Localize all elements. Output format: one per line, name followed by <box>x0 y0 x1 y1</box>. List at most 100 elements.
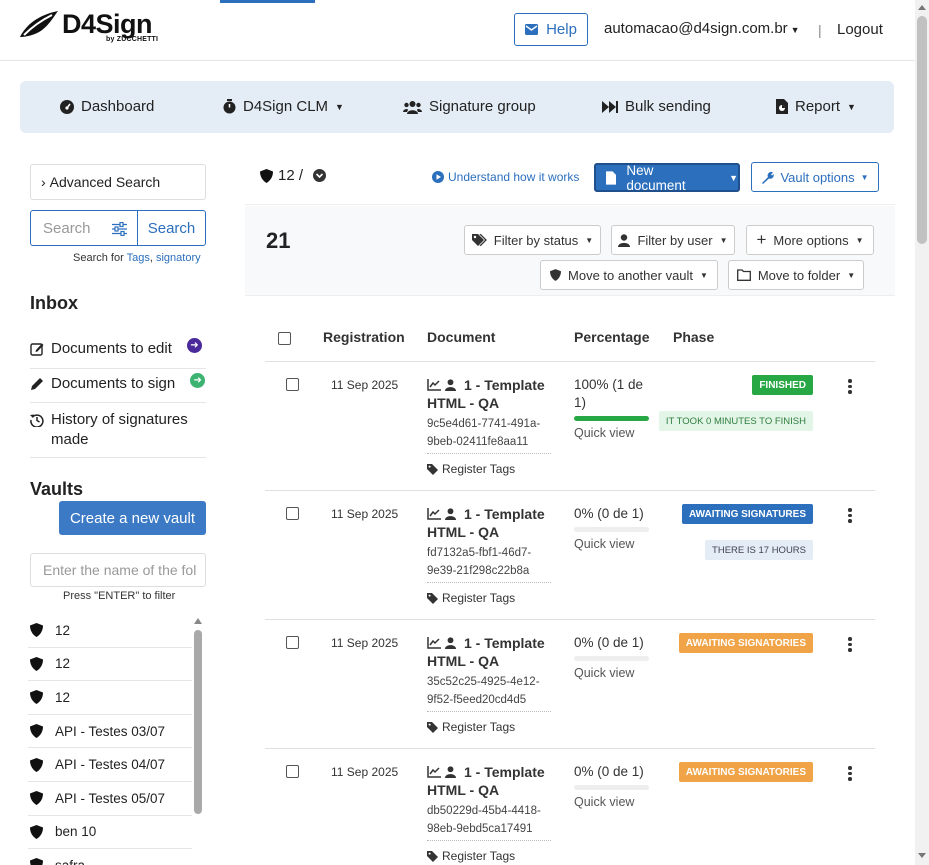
more-options-button[interactable]: + More options ▼ <box>746 225 874 255</box>
quick-view-link[interactable]: Quick view <box>574 664 652 682</box>
folder-icon <box>736 269 751 281</box>
active-indicator <box>220 0 315 3</box>
users-icon <box>403 100 422 114</box>
register-tags-link[interactable]: Register Tags <box>427 591 551 605</box>
vault-item[interactable]: API - Testes 03/07 <box>28 715 192 749</box>
nav-signature-group[interactable]: Signature group <box>403 98 536 115</box>
nav-bulk-sending[interactable]: Bulk sending <box>602 98 711 115</box>
inbox-item-label: Documents to edit <box>51 340 172 357</box>
scroll-thumb[interactable] <box>917 16 927 244</box>
shield-icon <box>30 690 43 705</box>
fast-forward-icon <box>602 100 618 113</box>
vault-item[interactable]: API - Testes 04/07 <box>28 748 192 782</box>
nav-bulk-sending-label: Bulk sending <box>625 98 711 115</box>
move-to-vault-button[interactable]: Move to another vault ▼ <box>540 260 718 290</box>
filter-by-status-button[interactable]: Filter by status ▼ <box>464 225 601 255</box>
inbox-item-label: Documents to sign <box>51 375 176 392</box>
row-checkbox[interactable] <box>286 636 299 649</box>
vault-item[interactable]: API - Testes 05/07 <box>28 782 192 816</box>
vault-name: API - Testes 03/07 <box>55 723 166 739</box>
progress-bar <box>574 527 649 532</box>
register-tags-link[interactable]: Register Tags <box>427 462 551 476</box>
quick-view-link[interactable]: Quick view <box>574 793 652 811</box>
vault-filter-input[interactable]: Enter the name of the fol <box>30 553 206 587</box>
scroll-down-icon[interactable] <box>918 853 926 858</box>
column-registration[interactable]: Registration <box>323 329 405 345</box>
vault-name: API - Testes 05/07 <box>55 790 166 806</box>
help-button[interactable]: Help <box>514 13 588 46</box>
phase-badge: AWAITING SIGNATORIES <box>678 633 813 653</box>
search-hint-signatory-link[interactable]: signatory <box>156 252 201 264</box>
help-label: Help <box>546 21 577 38</box>
row-actions-icon[interactable] <box>845 637 855 652</box>
row-actions-icon[interactable] <box>845 508 855 523</box>
row-actions-icon[interactable] <box>845 766 855 781</box>
nav-dashboard[interactable]: Dashboard <box>60 98 154 115</box>
table-row[interactable]: 11 Sep 2025 1 - Template HTML - QA db502… <box>265 749 875 865</box>
shield-icon <box>30 724 43 739</box>
create-vault-button[interactable]: Create a new vault <box>59 501 206 535</box>
tag-icon <box>427 721 438 733</box>
select-all-checkbox[interactable] <box>278 332 291 345</box>
nav-report[interactable]: Report ▼ <box>776 98 856 115</box>
phase-badge: FINISHED <box>752 375 813 395</box>
page-scrollbar[interactable] <box>915 0 929 865</box>
shield-icon <box>30 757 43 772</box>
sliders-icon[interactable] <box>112 222 127 236</box>
user-icon <box>445 766 456 778</box>
vault-item[interactable]: ben 10 <box>28 816 192 850</box>
chevron-down-icon: ▼ <box>847 270 856 280</box>
search-hint-prefix: Search for <box>73 252 127 264</box>
table-row[interactable]: 11 Sep 2025 1 - Template HTML - QA 35c52… <box>265 620 875 749</box>
vault-item[interactable]: 12 <box>28 614 192 648</box>
vault-name: 12 <box>55 689 71 705</box>
vault-item[interactable]: 12 <box>28 648 192 682</box>
move-to-folder-button[interactable]: Move to folder ▼ <box>728 260 864 290</box>
shield-icon <box>260 168 273 183</box>
table-row[interactable]: 11 Sep 2025 1 - Template HTML - QA 9c5e4… <box>265 362 875 491</box>
filter-status-label: Filter by status <box>493 232 579 248</box>
chevron-down-circle-icon[interactable] <box>313 169 327 182</box>
quick-view-link[interactable]: Quick view <box>574 424 652 442</box>
vault-filter-placeholder: Enter the name of the fol <box>43 562 197 578</box>
quick-view-link[interactable]: Quick view <box>574 535 652 553</box>
scroll-thumb[interactable] <box>194 630 202 814</box>
row-date: 11 Sep 2025 <box>331 636 399 650</box>
logout-link[interactable]: Logout <box>837 21 883 38</box>
filter-by-user-button[interactable]: Filter by user ▼ <box>611 225 735 255</box>
search-button[interactable]: Search <box>137 210 206 246</box>
row-checkbox[interactable] <box>286 378 299 391</box>
advanced-search-toggle[interactable]: › Advanced Search <box>30 164 206 200</box>
vault-options-button[interactable]: Vault options ▼ <box>751 162 879 192</box>
vault-list-scrollbar[interactable] <box>193 618 203 818</box>
table-row[interactable]: 11 Sep 2025 1 - Template HTML - QA fd713… <box>265 491 875 620</box>
user-icon <box>445 379 456 391</box>
inbox-documents-to-edit[interactable]: Documents to edit ➜ <box>30 338 206 369</box>
leaf-logo-icon <box>20 11 58 37</box>
search-input[interactable]: Search <box>30 210 137 246</box>
column-percentage[interactable]: Percentage <box>574 329 649 345</box>
inbox-history[interactable]: History of signatures made <box>30 410 206 458</box>
search-hint-tags-link[interactable]: Tags <box>127 252 150 264</box>
document-uuid: 35c52c25-4925-4e12-9f52-f5eed20cd4d5 <box>427 673 551 712</box>
row-actions-icon[interactable] <box>845 379 855 394</box>
row-checkbox[interactable] <box>286 765 299 778</box>
row-checkbox[interactable] <box>286 507 299 520</box>
understand-link[interactable]: Understand how it works <box>432 170 579 184</box>
vault-item[interactable]: 12 <box>28 681 192 715</box>
register-tags-link[interactable]: Register Tags <box>427 720 551 734</box>
register-tags-link[interactable]: Register Tags <box>427 849 551 863</box>
scroll-up-icon[interactable] <box>918 5 926 10</box>
nav-clm[interactable]: D4Sign CLM ▼ <box>223 98 344 115</box>
user-menu[interactable]: automacao@d4sign.com.br ▼ <box>604 20 800 37</box>
column-document[interactable]: Document <box>427 329 495 345</box>
column-phase[interactable]: Phase <box>673 329 714 345</box>
scroll-up-icon[interactable] <box>194 618 202 624</box>
vaults-title: Vaults <box>30 479 84 499</box>
new-document-button[interactable]: New document ▼ <box>594 163 740 193</box>
register-tags-label: Register Tags <box>442 462 516 476</box>
vault-item[interactable]: safra <box>28 849 192 865</box>
chart-line-icon <box>427 508 441 520</box>
d4sign-logo[interactable]: D4Sign by ZUCCHETTI <box>18 9 158 43</box>
inbox-documents-to-sign[interactable]: Documents to sign ➜ <box>30 373 206 403</box>
